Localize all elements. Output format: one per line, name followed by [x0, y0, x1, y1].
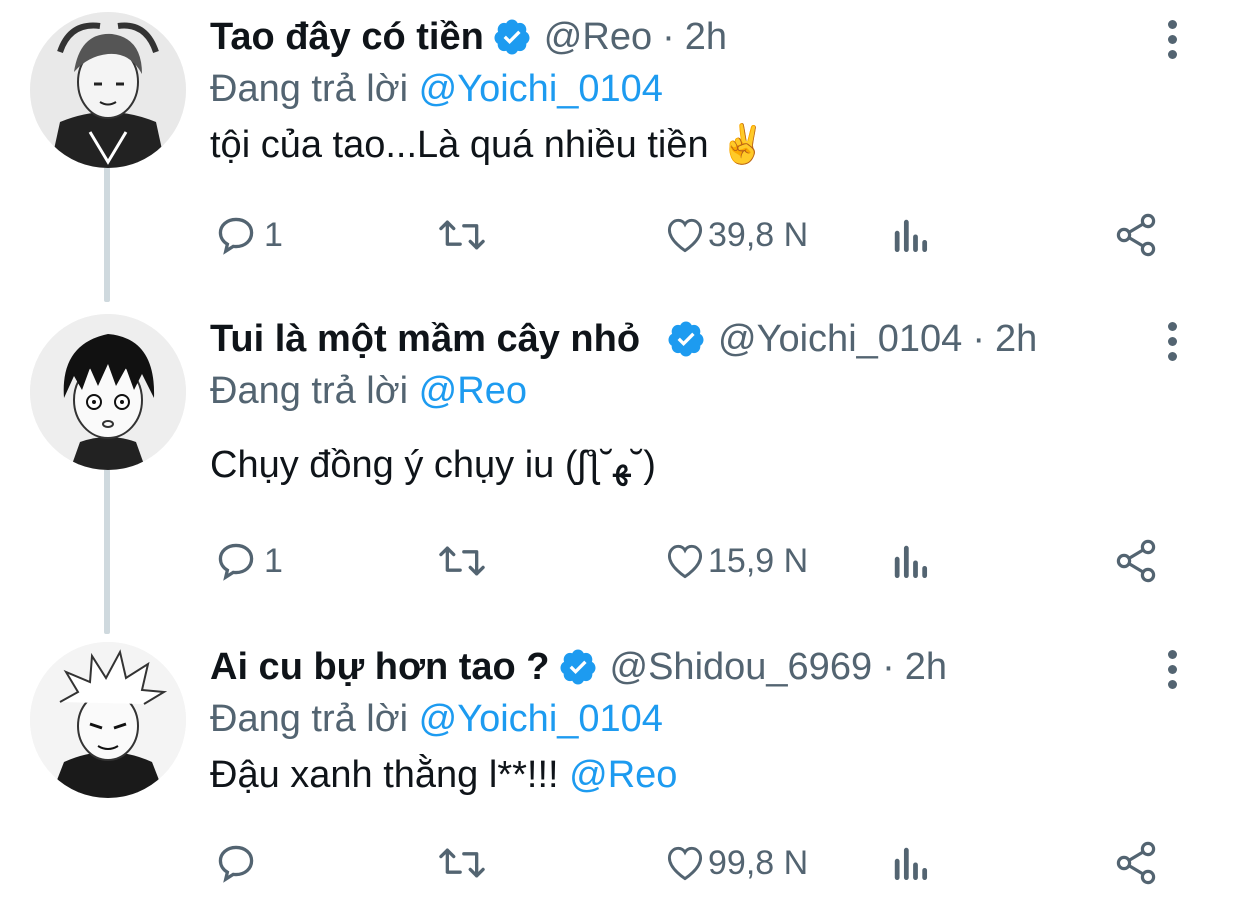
replying-to-label: Đang trả lời [210, 698, 419, 740]
timestamp[interactable]: 2h [905, 642, 947, 692]
reply-button[interactable] [214, 838, 264, 888]
avatar-image [30, 314, 186, 470]
tweet-header: Tui là một mầm cây nhỏ @Yoichi_0104 · 2h [210, 314, 1037, 364]
tweet-text: Chụy đồng ý chụy iu (ʃƪ˘ﻬ˘) [210, 440, 656, 490]
replying-to: Đang trả lời @Yoichi_0104 [210, 64, 663, 114]
more-options-icon[interactable] [1160, 20, 1184, 64]
views-icon [894, 545, 928, 579]
views-button[interactable] [890, 210, 930, 260]
share-button[interactable] [1112, 210, 1160, 260]
separator-dot: · [972, 318, 985, 360]
share-icon [1116, 213, 1156, 257]
replying-to-mention[interactable]: @Reo [419, 370, 527, 412]
handle[interactable]: @Yoichi_0104 [718, 314, 962, 364]
retweet-icon [439, 848, 485, 878]
verified-badge-icon [666, 319, 706, 359]
avatar[interactable] [30, 642, 186, 798]
share-icon [1116, 539, 1156, 583]
tweet-text-content: Chụy đồng ý chụy iu (ʃƪ˘ﻬ˘) [210, 444, 656, 486]
replying-to-mention[interactable]: @Yoichi_0104 [419, 68, 663, 110]
views-button[interactable] [890, 536, 930, 586]
retweet-button[interactable] [436, 536, 488, 586]
avatar[interactable] [30, 314, 186, 470]
replying-to-mention[interactable]: @Yoichi_0104 [419, 698, 663, 740]
views-icon [894, 847, 928, 881]
heart-icon [667, 218, 703, 253]
tweet[interactable]: Tao đây có tiền @Reo · 2h Đang trả lời @… [0, 12, 1234, 292]
share-icon [1116, 841, 1156, 885]
avatar[interactable] [30, 12, 186, 168]
like-button[interactable]: 99,8 N [662, 838, 808, 888]
retweet-button[interactable] [436, 838, 488, 888]
replying-to: Đang trả lời @Yoichi_0104 [210, 694, 663, 744]
verified-badge-icon [558, 647, 598, 687]
tweet-text-mention[interactable]: @Reo [569, 754, 677, 796]
replying-to-label: Đang trả lời [210, 370, 419, 412]
reply-count: 1 [264, 215, 283, 254]
handle[interactable]: @Reo [544, 12, 652, 62]
views-icon [894, 219, 928, 253]
tweet-text: Đậu xanh thằng l**!!! @Reo [210, 750, 677, 800]
reply-icon [218, 543, 254, 581]
tweet-text: tội của tao...Là quá nhiều tiền ✌️ [210, 120, 766, 170]
more-options-icon[interactable] [1160, 322, 1184, 366]
action-bar: 99,8 N [210, 838, 1170, 888]
like-count: 15,9 N [708, 541, 809, 580]
share-button[interactable] [1112, 838, 1160, 888]
retweet-icon [439, 546, 485, 576]
heart-icon [667, 544, 703, 579]
separator-dot: · [662, 16, 675, 58]
tweet-text-content: tội của tao...Là quá nhiều tiền ✌️ [210, 124, 767, 166]
share-button[interactable] [1112, 536, 1160, 586]
tweet[interactable]: Ai cu bự hơn tao ? @Shidou_6969 · 2h Đan… [0, 642, 1234, 902]
tweet-text-content: Đậu xanh thằng l**!!! [210, 754, 570, 796]
verified-badge-icon [492, 17, 532, 57]
reply-icon [218, 845, 254, 883]
like-button[interactable]: 39,8 N [662, 210, 808, 260]
heart-icon [667, 846, 703, 881]
display-name[interactable]: Ai cu bự hơn tao ? [210, 642, 550, 692]
reply-count: 1 [264, 541, 283, 580]
tweet[interactable]: Tui là một mầm cây nhỏ @Yoichi_0104 · 2h… [0, 314, 1234, 614]
like-button[interactable]: 15,9 N [662, 536, 808, 586]
display-name[interactable]: Tui là một mầm cây nhỏ [210, 314, 640, 364]
timestamp[interactable]: 2h [685, 12, 727, 62]
retweet-button[interactable] [436, 210, 488, 260]
reply-button[interactable]: 1 [214, 210, 283, 260]
retweet-icon [439, 220, 485, 250]
display-name[interactable]: Tao đây có tiền [210, 12, 484, 62]
views-button[interactable] [890, 838, 930, 888]
avatar-image [30, 642, 186, 798]
replying-to-label: Đang trả lời [210, 68, 419, 110]
avatar-image [30, 12, 186, 168]
like-count: 99,8 N [708, 843, 809, 882]
handle[interactable]: @Shidou_6969 [610, 642, 873, 692]
reply-button[interactable]: 1 [214, 536, 283, 586]
action-bar: 1 39,8 N [210, 210, 1170, 260]
more-options-icon[interactable] [1160, 650, 1184, 694]
reply-icon [218, 217, 254, 255]
separator-dot: · [882, 646, 895, 688]
replying-to: Đang trả lời @Reo [210, 366, 527, 416]
tweet-header: Tao đây có tiền @Reo · 2h [210, 12, 727, 62]
tweet-header: Ai cu bự hơn tao ? @Shidou_6969 · 2h [210, 642, 947, 692]
timestamp[interactable]: 2h [995, 314, 1037, 364]
action-bar: 1 15,9 N [210, 536, 1170, 586]
like-count: 39,8 N [708, 215, 809, 254]
